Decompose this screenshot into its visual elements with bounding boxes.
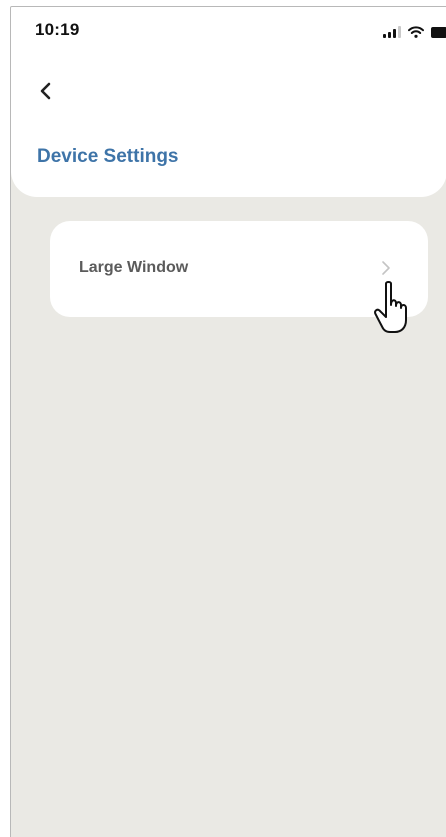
page-title: Device Settings [37, 146, 179, 167]
chevron-left-icon [40, 82, 51, 100]
chevron-right-icon [382, 261, 390, 275]
phone-screen: 10:19 Device Settings Large Window [10, 6, 446, 837]
settings-item-label: Large Window [79, 259, 189, 276]
header-card: 10:19 Device Settings [11, 7, 446, 197]
status-time: 10:19 [35, 20, 80, 39]
settings-item-large-window[interactable]: Large Window [50, 221, 428, 317]
back-button[interactable] [35, 79, 55, 103]
cellular-signal-icon [383, 26, 401, 38]
battery-icon [431, 27, 446, 38]
wifi-icon [408, 26, 424, 38]
status-icons [383, 24, 446, 38]
